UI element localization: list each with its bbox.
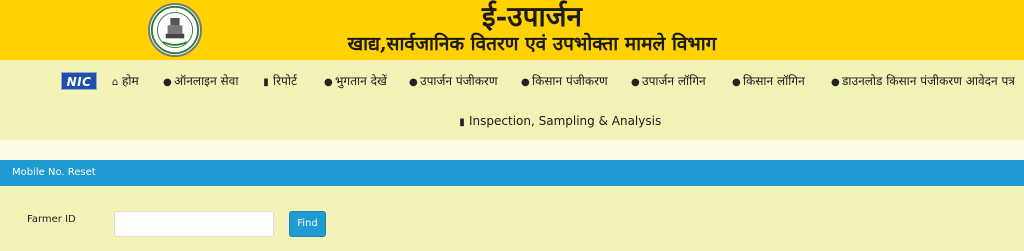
nav-report-label: रिपोर्ट <box>273 74 297 88</box>
user-icon: ● <box>521 77 530 88</box>
nav-home[interactable]: ⌂ होम <box>111 72 139 90</box>
nav-report[interactable]: ▮ रिपोर्ट <box>262 72 297 90</box>
user-icon: ● <box>324 77 333 88</box>
user-icon: ● <box>631 77 640 88</box>
nav-online-services[interactable]: ● ऑनलाइन सेवा <box>163 72 238 90</box>
nav-procurement-login[interactable]: ● उपार्जन लॉगिन <box>631 72 706 90</box>
nav-farmer-registration[interactable]: ● किसान पंजीकरण <box>521 72 608 90</box>
nav-home-label: होम <box>122 74 139 88</box>
nav-online-services-label: ऑनलाइन सेवा <box>174 74 239 88</box>
main-navigation: NIC ⌂ होम ● ऑनलाइन सेवा ▮ रिपोर्ट ● भुगतान द… <box>0 60 1024 140</box>
user-icon: ● <box>831 77 840 88</box>
nav-procurement-registration[interactable]: ● उपार्जन पंजीकरण <box>409 72 498 90</box>
file-icon: ▮ <box>263 77 269 88</box>
nav-inspection-sampling-label: Inspection, Sampling & Analysis <box>469 114 662 128</box>
nav-inspection-sampling[interactable]: ▮ Inspection, Sampling & Analysis <box>458 112 661 130</box>
user-icon: ● <box>732 77 741 88</box>
home-icon: ⌂ <box>111 77 119 88</box>
panel-heading: Mobile No. Reset <box>0 160 1024 186</box>
header-banner: ई-उपार्जन खाद्य,सार्वजानिक वितरण एवं उपभ… <box>0 0 1024 60</box>
nav-farmer-login[interactable]: ● किसान लॉगिन <box>732 72 805 90</box>
nav-procurement-registration-label: उपार्जन पंजीकरण <box>420 74 498 88</box>
user-icon: ● <box>163 77 172 88</box>
nav-download-application-label: डाउनलोड किसान पंजीकरण आवेदन पत्र <box>842 74 1015 88</box>
farmer-id-label: Farmer ID <box>27 214 76 225</box>
page-title: ई-उपार्जन <box>481 0 583 33</box>
nav-procurement-login-label: उपार्जन लॉगिन <box>642 74 706 88</box>
file-icon: ▮ <box>459 117 465 128</box>
nav-farmer-login-label: किसान लॉगिन <box>743 74 805 88</box>
user-icon: ● <box>409 77 418 88</box>
department-subtitle: खाद्य,सार्वजानिक वितरण एवं उपभोक्ता मामल… <box>347 33 717 55</box>
nav-view-payment-label: भुगतान देखें <box>335 74 387 88</box>
find-button[interactable]: Find <box>289 211 326 237</box>
nav-view-payment[interactable]: ● भुगतान देखें <box>324 72 387 90</box>
farmer-id-input[interactable] <box>114 211 274 237</box>
nic-logo[interactable]: NIC <box>61 72 97 90</box>
nav-farmer-registration-label: किसान पंजीकरण <box>532 74 608 88</box>
section-spacer <box>0 140 1024 161</box>
nav-download-application[interactable]: ● डाउनलोड किसान पंजीकरण आवेदन पत्र <box>831 72 1015 90</box>
